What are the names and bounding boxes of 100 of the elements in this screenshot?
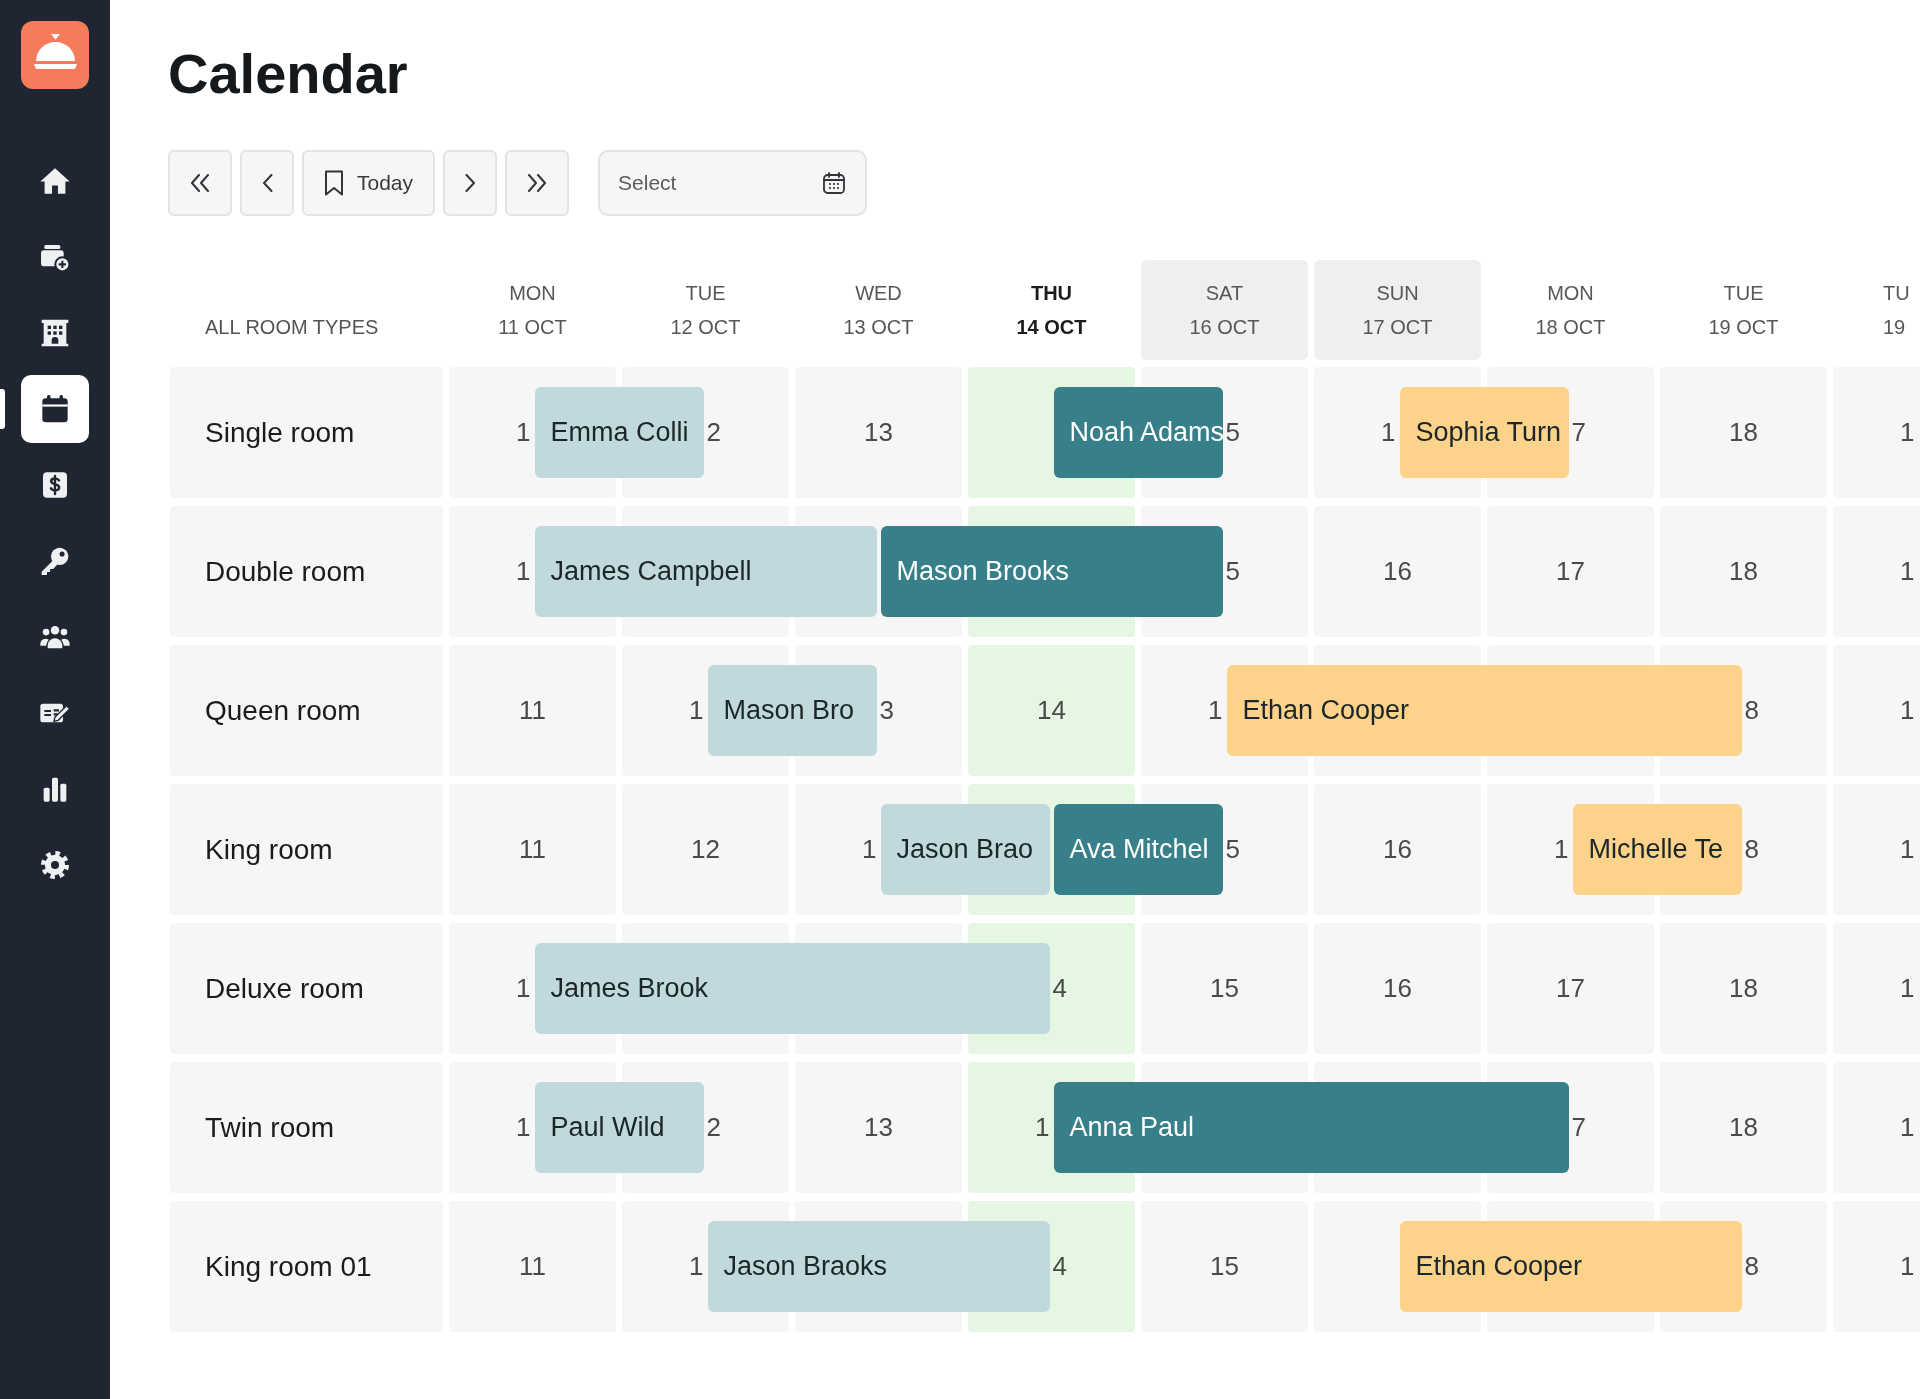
booking-bar[interactable]: Anna Paul xyxy=(1053,1082,1569,1173)
calendar-icon xyxy=(39,393,71,425)
day-number: 16 xyxy=(1383,555,1412,588)
day-number: 18 xyxy=(1729,555,1758,588)
chevron-right-icon xyxy=(464,174,476,192)
settings-icon xyxy=(39,849,71,881)
date-label: 19 OCT xyxy=(1708,315,1779,340)
jump-back-button[interactable] xyxy=(168,150,232,216)
day-number: 12 xyxy=(691,833,720,866)
booking-bar[interactable]: James Brook xyxy=(534,943,1050,1034)
room-name: Single room xyxy=(205,415,355,450)
column-header: ALL ROOM TYPES xyxy=(205,315,379,340)
bell-logo-icon xyxy=(21,21,89,89)
day-number: 16 xyxy=(1383,833,1412,866)
day-number: 17 xyxy=(1556,972,1585,1005)
date-label: 12 OCT xyxy=(670,315,741,340)
room-name: Twin room xyxy=(205,1110,335,1145)
day-number: 18 xyxy=(1729,972,1758,1005)
weekday-label: MON xyxy=(1547,281,1594,306)
date-label: 17 OCT xyxy=(1362,315,1433,340)
day-number: 16 xyxy=(1383,972,1412,1005)
day-number: 1 xyxy=(1900,1111,1915,1144)
room-name: King room 01 xyxy=(205,1249,372,1284)
day-number: 1 xyxy=(1208,694,1223,727)
day-number: 1 xyxy=(689,1250,704,1283)
booking-bar[interactable]: Mason Brooks xyxy=(880,526,1223,617)
room-name: Queen room xyxy=(205,693,361,728)
booking-bar[interactable]: Michelle Te xyxy=(1572,804,1742,895)
day-number: 13 xyxy=(864,416,893,449)
day-number: 4 xyxy=(1052,972,1067,1005)
day-number: 8 xyxy=(1744,694,1759,727)
sidebar-nav-item[interactable] xyxy=(21,375,89,443)
day-number: 13 xyxy=(864,1111,893,1144)
day-number: 1 xyxy=(862,833,877,866)
booking-bar[interactable]: Emma Colli xyxy=(534,387,704,478)
weekday-label: TUE xyxy=(685,281,726,306)
day-number: 1 xyxy=(516,1111,531,1144)
day-number: 4 xyxy=(1052,1250,1067,1283)
day-number: 11 xyxy=(519,1250,546,1283)
day-number: 1 xyxy=(1554,833,1569,866)
day-number: 5 xyxy=(1225,416,1240,449)
weekday-label: SAT xyxy=(1205,281,1244,306)
booking-bar[interactable]: James Campbell xyxy=(534,526,877,617)
day-number: 2 xyxy=(706,1111,721,1144)
day-number: 18 xyxy=(1729,416,1758,449)
date-label: 13 OCT xyxy=(843,315,914,340)
day-number: 1 xyxy=(516,555,531,588)
day-number: 1 xyxy=(1900,972,1915,1005)
double-chevron-left-icon xyxy=(190,174,210,192)
booking-bar[interactable]: Noah Adams xyxy=(1053,387,1223,478)
day-number: 11 xyxy=(519,694,546,727)
day-number: 1 xyxy=(1900,555,1915,588)
day-number: 11 xyxy=(519,833,546,866)
day-number: 5 xyxy=(1225,555,1240,588)
day-number: 15 xyxy=(1210,972,1239,1005)
date-label: 16 OCT xyxy=(1189,315,1260,340)
day-number: 8 xyxy=(1744,833,1759,866)
date-label: 14 OCT xyxy=(1016,315,1087,340)
booking-bar[interactable]: Sophia Turn xyxy=(1399,387,1569,478)
day-number: 1 xyxy=(1900,1250,1915,1283)
jump-forward-button[interactable] xyxy=(505,150,570,216)
weekday-label: WED xyxy=(855,281,902,306)
day-number: 1 xyxy=(516,972,531,1005)
calendar-icon xyxy=(823,172,846,194)
day-number: 1 xyxy=(1035,1111,1050,1144)
day-number: 14 xyxy=(1037,694,1066,727)
booking-bar[interactable]: Ethan Cooper xyxy=(1226,665,1742,756)
page-title: Calendar xyxy=(168,46,408,102)
day-number: 17 xyxy=(1556,555,1585,588)
day-number: 1 xyxy=(1900,833,1915,866)
booking-bar[interactable]: Ava Mitchel xyxy=(1053,804,1223,895)
room-name: Double room xyxy=(205,554,366,589)
day-number: 1 xyxy=(1900,416,1915,449)
date-picker-field[interactable]: Select xyxy=(598,150,868,216)
today-button[interactable]: Today xyxy=(302,150,436,216)
date-label: 19 xyxy=(1883,315,1906,340)
day-number: 1 xyxy=(516,416,531,449)
booking-bar[interactable]: Paul Wild xyxy=(534,1082,704,1173)
chevron-left-icon xyxy=(261,174,273,192)
day-number: 7 xyxy=(1571,416,1586,449)
weekday-label: MON xyxy=(509,281,556,306)
weekday-label: TUE xyxy=(1723,281,1764,306)
day-number: 1 xyxy=(1900,694,1915,727)
double-chevron-right-icon xyxy=(527,174,548,192)
day-number: 15 xyxy=(1210,1250,1239,1283)
booking-bar[interactable]: Jason Brao xyxy=(880,804,1050,895)
bookmark-icon xyxy=(324,170,344,196)
day-number: 18 xyxy=(1729,1111,1758,1144)
day-number: 5 xyxy=(1225,833,1240,866)
day-number: 2 xyxy=(706,416,721,449)
day-number: 3 xyxy=(879,694,894,727)
day-number: 8 xyxy=(1744,1250,1759,1283)
booking-bar[interactable]: Jason Braoks xyxy=(707,1221,1050,1312)
weekday-label: SUN xyxy=(1376,281,1419,306)
building-icon xyxy=(39,317,71,349)
weekday-label: TU xyxy=(1883,281,1910,306)
booking-bar[interactable]: Ethan Cooper xyxy=(1399,1221,1742,1312)
day-number: 7 xyxy=(1571,1111,1586,1144)
date-label: 11 OCT xyxy=(498,315,567,340)
booking-bar[interactable]: Mason Bro xyxy=(707,665,877,756)
